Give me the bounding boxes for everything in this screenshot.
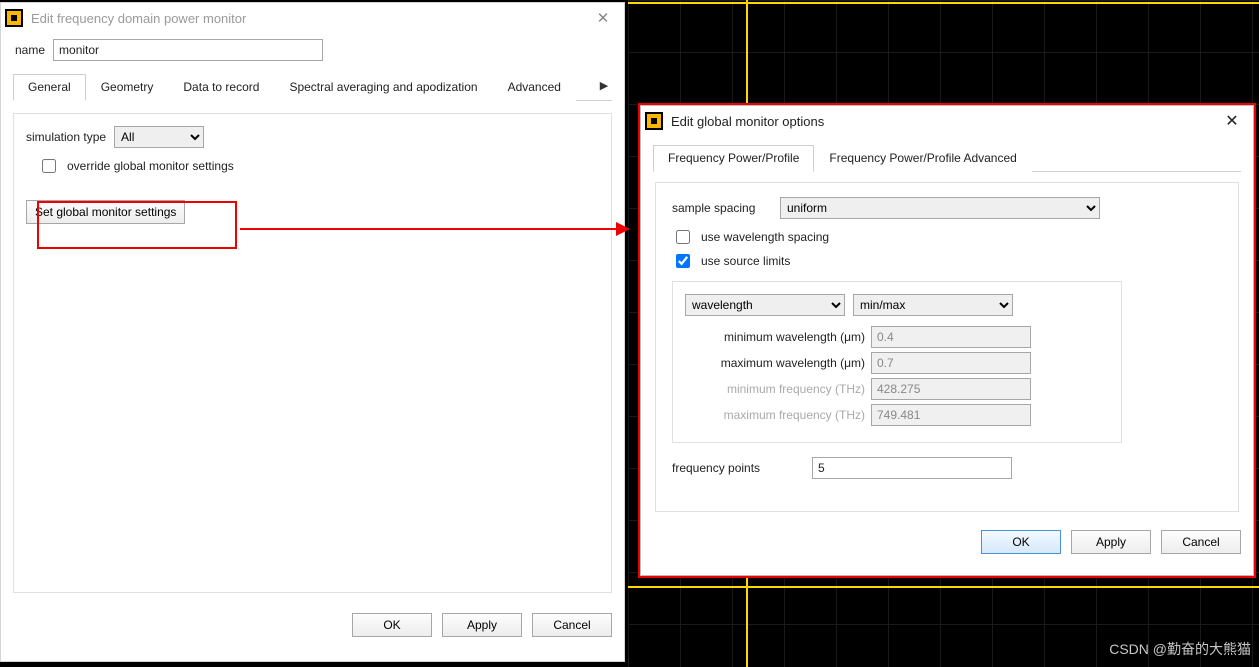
- sample-spacing-select[interactable]: uniform: [780, 197, 1100, 219]
- tab-general[interactable]: General: [13, 74, 86, 101]
- dialog-footer: OK Apply Cancel: [1, 605, 624, 645]
- name-row: name: [1, 33, 624, 73]
- watermark: CSDN @勤奋的大熊猫: [1109, 639, 1251, 659]
- annotation-highlight: [37, 201, 237, 249]
- tab-bar: General Geometry Data to record Spectral…: [13, 73, 612, 101]
- dialog-title: Edit frequency domain power monitor: [31, 11, 580, 26]
- frequency-points-label: frequency points: [672, 461, 804, 475]
- use-source-limits-label: use source limits: [701, 254, 790, 268]
- tab-bar: Frequency Power/Profile Frequency Power/…: [653, 144, 1241, 172]
- dialog-footer: OK Apply Cancel: [641, 522, 1253, 562]
- max-wavelength-input: [871, 352, 1031, 374]
- wavelength-freq-group: wavelength min/max minimum wavelength (μ…: [672, 281, 1122, 443]
- simulation-type-select[interactable]: All: [114, 126, 204, 148]
- name-label: name: [15, 43, 45, 57]
- edit-global-monitor-options-dialog: Edit global monitor options ✕ Frequency …: [640, 105, 1254, 576]
- min-frequency-label: minimum frequency (THz): [685, 382, 865, 396]
- max-frequency-input: [871, 404, 1031, 426]
- max-frequency-label: maximum frequency (THz): [685, 408, 865, 422]
- use-source-limits-checkbox[interactable]: [676, 254, 690, 268]
- name-input[interactable]: [53, 39, 323, 61]
- minmax-select[interactable]: min/max: [853, 294, 1013, 316]
- freq-power-panel: sample spacing uniform use wavelength sp…: [655, 182, 1239, 512]
- min-frequency-input: [871, 378, 1031, 400]
- tab-freq-power-profile[interactable]: Frequency Power/Profile: [653, 145, 814, 172]
- apply-button[interactable]: Apply: [1071, 530, 1151, 554]
- ok-button[interactable]: OK: [352, 613, 432, 637]
- min-wavelength-label: minimum wavelength (μm): [685, 330, 865, 344]
- tab-geometry[interactable]: Geometry: [86, 74, 169, 101]
- close-icon[interactable]: ✕: [588, 9, 618, 27]
- close-icon[interactable]: ✕: [1217, 111, 1247, 131]
- use-wavelength-spacing-checkbox[interactable]: [676, 230, 690, 244]
- dialog-title: Edit global monitor options: [671, 114, 1209, 129]
- override-global-label: override global monitor settings: [67, 159, 234, 173]
- edit-monitor-dialog: Edit frequency domain power monitor ✕ na…: [0, 2, 625, 662]
- simulation-type-label: simulation type: [26, 130, 106, 144]
- titlebar: Edit frequency domain power monitor ✕: [1, 3, 624, 33]
- titlebar: Edit global monitor options ✕: [641, 106, 1253, 136]
- override-global-checkbox[interactable]: [42, 159, 56, 173]
- frequency-points-input[interactable]: [812, 457, 1012, 479]
- app-icon: [5, 9, 23, 27]
- tab-advanced[interactable]: Advanced: [493, 74, 576, 101]
- cancel-button[interactable]: Cancel: [532, 613, 612, 637]
- tab-scroll-right-icon[interactable]: ▶: [596, 77, 612, 93]
- tab-freq-power-profile-advanced[interactable]: Frequency Power/Profile Advanced: [814, 145, 1031, 172]
- max-wavelength-label: maximum wavelength (μm): [685, 356, 865, 370]
- min-wavelength-input: [871, 326, 1031, 348]
- cancel-button[interactable]: Cancel: [1161, 530, 1241, 554]
- annotation-arrow: [240, 228, 628, 230]
- tab-data-to-record[interactable]: Data to record: [168, 74, 274, 101]
- wavelength-select[interactable]: wavelength: [685, 294, 845, 316]
- general-panel: simulation type All override global moni…: [13, 113, 612, 593]
- ok-button[interactable]: OK: [981, 530, 1061, 554]
- sample-spacing-label: sample spacing: [672, 201, 772, 215]
- use-wavelength-spacing-label: use wavelength spacing: [701, 230, 829, 244]
- tab-spectral-averaging[interactable]: Spectral averaging and apodization: [274, 74, 492, 101]
- apply-button[interactable]: Apply: [442, 613, 522, 637]
- app-icon: [645, 112, 663, 130]
